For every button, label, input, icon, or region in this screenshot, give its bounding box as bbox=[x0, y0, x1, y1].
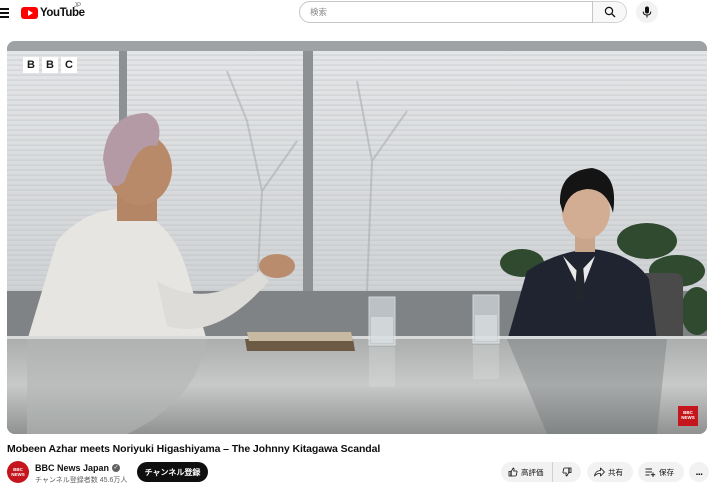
like-button[interactable]: 高評価 bbox=[501, 462, 553, 482]
microphone-icon bbox=[642, 6, 652, 18]
video-player[interactable]: B B C BBC NEWS bbox=[7, 41, 707, 434]
bbc-logo-letter: B bbox=[23, 57, 39, 73]
share-icon bbox=[594, 467, 605, 477]
share-label: 共有 bbox=[608, 467, 623, 477]
search-box bbox=[299, 1, 593, 23]
thumbs-down-icon bbox=[562, 467, 572, 477]
thumbs-up-icon bbox=[508, 467, 518, 477]
more-actions-button[interactable]: ... bbox=[689, 462, 709, 482]
search-button[interactable] bbox=[593, 1, 627, 23]
masthead: YouTube JP bbox=[0, 0, 714, 26]
bbc-logo-letter: C bbox=[61, 57, 77, 73]
menu-icon[interactable] bbox=[0, 8, 9, 18]
verified-icon: ✓ bbox=[112, 464, 121, 472]
like-label: 高評価 bbox=[521, 467, 544, 477]
like-dislike-group: 高評価 bbox=[501, 462, 581, 482]
subscribe-button[interactable]: チャンネル登録 bbox=[137, 462, 208, 482]
video-title: Mobeen Azhar meets Noriyuki Higashiyama … bbox=[7, 443, 381, 455]
subscriber-count: チャンネル登録者数 45.6万人 bbox=[35, 477, 128, 484]
voice-search-button[interactable] bbox=[636, 1, 658, 23]
region-code: JP bbox=[74, 3, 82, 9]
channel-avatar[interactable]: BBC NEWS bbox=[7, 461, 29, 483]
channel-name[interactable]: BBC News Japan bbox=[35, 463, 109, 473]
search-input[interactable] bbox=[300, 2, 592, 22]
share-button[interactable]: 共有 bbox=[587, 462, 633, 482]
save-button[interactable]: 保存 bbox=[638, 462, 684, 482]
channel-name-row[interactable]: BBC News Japan ✓ bbox=[35, 463, 121, 473]
dislike-button[interactable] bbox=[553, 462, 581, 482]
bbc-logo-letter: B bbox=[42, 57, 58, 73]
more-icon: ... bbox=[695, 466, 703, 478]
search-icon bbox=[604, 6, 616, 18]
bbc-news-badge: BBC NEWS bbox=[678, 406, 698, 426]
video-frame bbox=[7, 41, 707, 434]
youtube-play-icon bbox=[21, 7, 38, 19]
add-to-playlist-icon bbox=[645, 467, 656, 477]
bbc-logo: B B C bbox=[23, 57, 77, 73]
save-label: 保存 bbox=[659, 467, 674, 477]
